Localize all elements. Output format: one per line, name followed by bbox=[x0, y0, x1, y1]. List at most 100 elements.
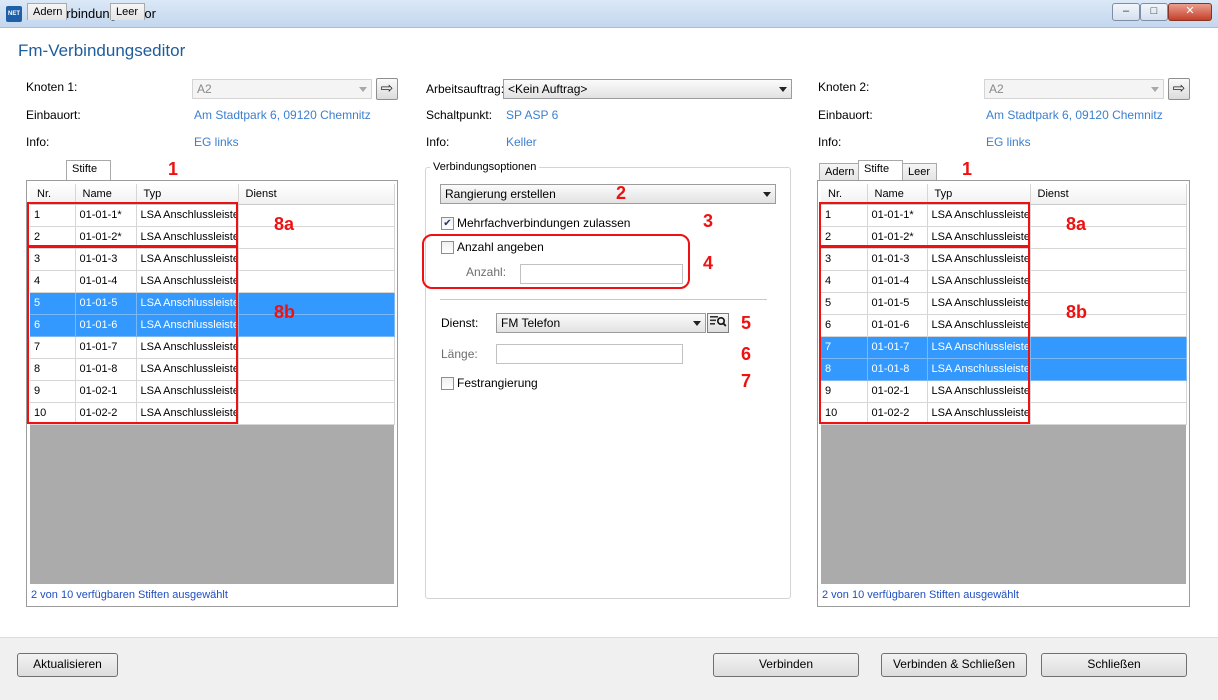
right-pins-table[interactable]: Nr. Name Typ Dienst 1 01-01-1* LSA Anschlu… bbox=[821, 184, 1187, 425]
cell-nr: 3 bbox=[821, 248, 868, 271]
cell-nr: 2 bbox=[821, 226, 868, 249]
column-header-nr[interactable]: Nr. bbox=[821, 184, 868, 205]
cell-nr: 9 bbox=[821, 380, 868, 403]
table-row[interactable]: 3 01-01-3 LSA Anschlussleiste bbox=[821, 248, 1187, 271]
cell-name: 01-01-7 bbox=[75, 336, 137, 359]
cell-dienst bbox=[1030, 336, 1187, 359]
aktualisieren-button[interactable]: Aktualisieren bbox=[17, 653, 118, 677]
cell-nr: 7 bbox=[30, 336, 76, 359]
table-row[interactable]: 1 01-01-1* LSA Anschlussleiste bbox=[30, 204, 395, 227]
table-row[interactable]: 7 01-01-7 LSA Anschlussleiste bbox=[821, 336, 1187, 359]
cell-name: 01-02-2 bbox=[867, 402, 928, 425]
table-row[interactable]: 3 01-01-3 LSA Anschlussleiste bbox=[30, 248, 395, 271]
chevron-down-icon bbox=[779, 87, 787, 92]
table-row[interactable]: 9 01-02-1 LSA Anschlussleiste bbox=[821, 380, 1187, 403]
minimize-button[interactable]: – bbox=[1112, 3, 1140, 21]
column-header-typ[interactable]: Typ bbox=[927, 184, 1031, 205]
verbinden-button[interactable]: Verbinden bbox=[713, 653, 859, 677]
cell-dienst bbox=[1030, 314, 1187, 337]
window-titlebar[interactable]: NET Fm-Verbindungseditor – □ ✕ bbox=[0, 0, 1218, 28]
arrow-right-icon: ⇨ bbox=[380, 80, 394, 97]
knoten1-navigate-button[interactable]: ⇨ bbox=[376, 78, 398, 100]
cell-dienst bbox=[238, 292, 395, 315]
cell-nr: 10 bbox=[821, 402, 868, 425]
cell-typ: LSA Anschlussleiste bbox=[927, 204, 1031, 227]
cell-name: 01-01-4 bbox=[867, 270, 928, 293]
cell-dienst bbox=[1030, 248, 1187, 271]
cell-typ: LSA Anschlussleiste bbox=[927, 358, 1031, 381]
table-row[interactable]: 10 01-02-2 LSA Anschlussleiste bbox=[30, 402, 395, 425]
tab-leer-right[interactable]: Leer bbox=[902, 163, 937, 180]
annotation-1-right: 1 bbox=[962, 159, 973, 179]
table-row[interactable]: 5 01-01-5 LSA Anschlussleiste bbox=[30, 292, 395, 315]
cell-typ: LSA Anschlussleiste bbox=[927, 380, 1031, 403]
knoten1-select[interactable]: A2 bbox=[192, 79, 372, 99]
knoten2-navigate-button[interactable]: ⇨ bbox=[1168, 78, 1190, 100]
anzahl-angeben-checkbox[interactable] bbox=[441, 241, 454, 254]
cell-nr: 6 bbox=[821, 314, 868, 337]
cell-name: 01-01-3 bbox=[75, 248, 137, 271]
table-row[interactable]: 6 01-01-6 LSA Anschlussleiste bbox=[821, 314, 1187, 337]
cell-name: 01-01-6 bbox=[75, 314, 137, 337]
anzahl-input[interactable] bbox=[520, 264, 683, 284]
table-row[interactable]: 10 01-02-2 LSA Anschlussleiste bbox=[821, 402, 1187, 425]
cell-nr: 3 bbox=[30, 248, 76, 271]
tab-stifte-left[interactable]: Stifte bbox=[66, 160, 111, 180]
annotation-8a-left: 8a bbox=[274, 214, 295, 234]
info-center-label: Info: bbox=[426, 135, 450, 149]
annotation-1-left: 1 bbox=[168, 159, 179, 179]
schaltpunkt-value: SP ASP 6 bbox=[506, 108, 559, 122]
table-header-row: Nr. Name Typ Dienst bbox=[821, 184, 1187, 205]
cell-name: 01-01-2* bbox=[75, 226, 137, 249]
dienst-search-button[interactable] bbox=[707, 313, 729, 333]
tab-leer-left[interactable]: Leer bbox=[110, 3, 145, 20]
schliessen-button[interactable]: Schließen bbox=[1041, 653, 1187, 677]
table-row[interactable]: 2 01-01-2* LSA Anschlussleiste bbox=[30, 226, 395, 249]
left-pins-table[interactable]: Nr. Name Typ Dienst 1 01-01-1* LSA Anschlu… bbox=[30, 184, 395, 425]
cell-typ: LSA Anschlussleiste bbox=[136, 226, 239, 249]
column-header-dienst[interactable]: Dienst bbox=[238, 184, 395, 205]
tab-stifte-right[interactable]: Stifte bbox=[858, 160, 903, 180]
info1-label: Info: bbox=[26, 135, 50, 149]
table-row[interactable]: 8 01-01-8 LSA Anschlussleiste bbox=[821, 358, 1187, 381]
arbeitsauftrag-select[interactable]: <Kein Auftrag> bbox=[503, 79, 792, 99]
column-header-name[interactable]: Name bbox=[75, 184, 137, 205]
mode-select[interactable]: Rangierung erstellen bbox=[440, 184, 776, 204]
close-window-button[interactable]: ✕ bbox=[1168, 3, 1212, 21]
knoten1-label: Knoten 1: bbox=[26, 80, 78, 94]
column-header-typ[interactable]: Typ bbox=[136, 184, 239, 205]
cell-typ: LSA Anschlussleiste bbox=[927, 336, 1031, 359]
cell-typ: LSA Anschlussleiste bbox=[136, 402, 239, 425]
knoten2-value: A2 bbox=[989, 82, 1004, 96]
knoten2-select[interactable]: A2 bbox=[984, 79, 1164, 99]
column-header-nr[interactable]: Nr. bbox=[30, 184, 76, 205]
table-row[interactable]: 4 01-01-4 LSA Anschlussleiste bbox=[821, 270, 1187, 293]
cell-name: 01-01-8 bbox=[867, 358, 928, 381]
table-row[interactable]: 7 01-01-7 LSA Anschlussleiste bbox=[30, 336, 395, 359]
column-header-name[interactable]: Name bbox=[867, 184, 928, 205]
laenge-input[interactable] bbox=[496, 344, 683, 364]
right-grid-area: Nr. Name Typ Dienst 1 01-01-1* LSA Anschlu… bbox=[821, 184, 1187, 584]
arrow-right-icon: ⇨ bbox=[1172, 80, 1186, 97]
table-row[interactable]: 2 01-01-2* LSA Anschlussleiste bbox=[821, 226, 1187, 249]
tab-adern-right[interactable]: Adern bbox=[819, 163, 859, 180]
cell-dienst bbox=[238, 358, 395, 381]
cell-nr: 1 bbox=[30, 204, 76, 227]
table-row[interactable]: 5 01-01-5 LSA Anschlussleiste bbox=[821, 292, 1187, 315]
annotation-3: 3 bbox=[703, 211, 714, 231]
verbinden-schliessen-button[interactable]: Verbinden & Schließen bbox=[881, 653, 1027, 677]
table-row[interactable]: 9 01-02-1 LSA Anschlussleiste bbox=[30, 380, 395, 403]
table-row[interactable]: 8 01-01-8 LSA Anschlussleiste bbox=[30, 358, 395, 381]
dienst-select[interactable]: FM Telefon bbox=[496, 313, 706, 333]
table-row[interactable]: 6 01-01-6 LSA Anschlussleiste bbox=[30, 314, 395, 337]
table-row[interactable]: 4 01-01-4 LSA Anschlussleiste bbox=[30, 270, 395, 293]
tab-adern-left[interactable]: Adern bbox=[27, 3, 67, 20]
cell-name: 01-01-8 bbox=[75, 358, 137, 381]
festrangierung-checkbox[interactable] bbox=[441, 377, 454, 390]
mehrfach-checkbox[interactable]: ✔ bbox=[441, 217, 454, 230]
cell-dienst bbox=[238, 204, 395, 227]
table-row[interactable]: 1 01-01-1* LSA Anschlussleiste bbox=[821, 204, 1187, 227]
dienst-value: FM Telefon bbox=[501, 316, 561, 330]
column-header-dienst[interactable]: Dienst bbox=[1030, 184, 1187, 205]
maximize-button[interactable]: □ bbox=[1140, 3, 1168, 21]
